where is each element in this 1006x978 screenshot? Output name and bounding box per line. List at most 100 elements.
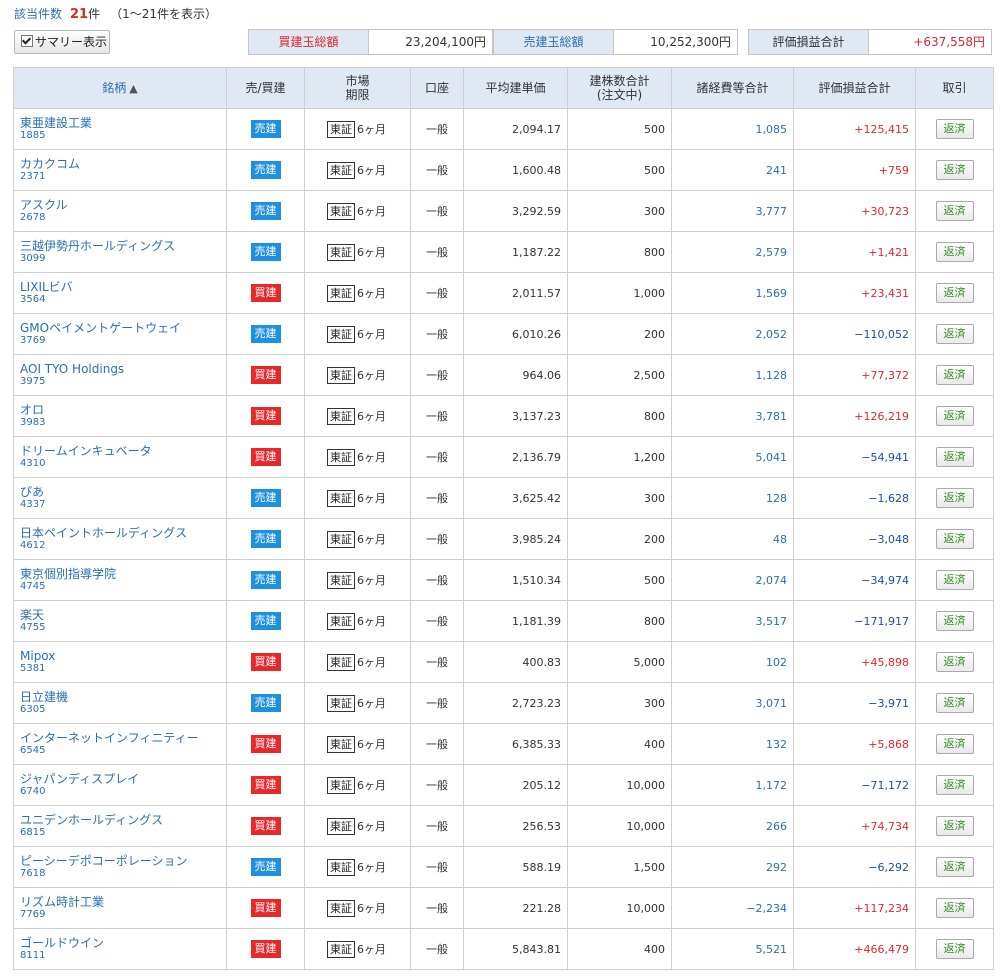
term-label: 6ヶ月 [357,163,386,177]
action-cell: 返済 [915,477,994,519]
stock-name-link[interactable]: ゴールドウイン [20,936,226,950]
fees-link[interactable]: 2,052 [671,313,794,355]
stock-code: 1885 [20,130,46,141]
market-badge: 東証 [327,202,355,220]
summary-toggle-button[interactable]: サマリー表示 [14,30,110,54]
buy-total-label: 買建玉総額 [249,30,369,54]
fees-link[interactable]: 3,777 [671,190,794,232]
close-position-button[interactable]: 返済 [935,529,974,549]
fees-link[interactable]: 132 [671,723,794,765]
avg-price-cell: 6,010.26 [463,313,568,355]
close-position-button[interactable]: 返済 [935,734,974,754]
account-cell: 一般 [410,805,464,847]
close-position-button[interactable]: 返済 [935,365,974,385]
fees-link[interactable]: 2,074 [671,559,794,601]
stock-name-link[interactable]: カカクコム [20,157,226,171]
stock-name-link[interactable]: 楽天 [20,608,226,622]
side-cell: 買建 [226,395,305,437]
stock-name-link[interactable]: 日本ペイントホールディングス [20,526,226,540]
checkbox-checked-icon[interactable] [21,35,33,47]
stock-name-link[interactable]: 東亜建設工業 [20,116,226,130]
close-position-button[interactable]: 返済 [935,611,974,631]
action-cell: 返済 [915,805,994,847]
close-position-button[interactable]: 返済 [935,119,974,139]
market-cell: 東証 6ヶ月 [304,313,411,355]
fees-link[interactable]: −2,234 [671,887,794,929]
stock-code: 3975 [20,376,46,387]
side-badge: 買建 [250,653,281,671]
close-position-button[interactable]: 返済 [935,242,974,262]
fees-link[interactable]: 5,521 [671,928,794,970]
stock-name-link[interactable]: 日立建機 [20,690,226,704]
table-row: リズム時計工業 7769 買建 東証 6ヶ月 一般 221.28 10,000 −2,234 +1… [13,887,994,929]
qty-cell: 800 [567,231,672,273]
close-position-button[interactable]: 返済 [935,939,974,959]
close-position-button[interactable]: 返済 [935,652,974,672]
close-position-button[interactable]: 返済 [935,283,974,303]
close-position-button[interactable]: 返済 [935,160,974,180]
stock-name-link[interactable]: インターネットインフィニティー [20,731,226,745]
pl-cell: −71,172 [793,764,916,806]
fees-link[interactable]: 1,172 [671,764,794,806]
fees-link[interactable]: 128 [671,477,794,519]
fees-link[interactable]: 2,579 [671,231,794,273]
close-position-button[interactable]: 返済 [935,775,974,795]
stock-name-link[interactable]: ピーシーデポコーポレーション [20,854,226,868]
column-header-name[interactable]: 銘柄 ▲ [13,67,227,109]
fees-link[interactable]: 1,128 [671,354,794,396]
stock-cell: AOI TYO Holdings 3975 [13,354,227,396]
close-position-button[interactable]: 返済 [935,693,974,713]
term-label: 6ヶ月 [357,409,386,423]
fees-link[interactable]: 3,517 [671,600,794,642]
close-position-button[interactable]: 返済 [935,816,974,836]
fees-link[interactable]: 1,569 [671,272,794,314]
close-position-button[interactable]: 返済 [935,857,974,877]
stock-name-link[interactable]: AOI TYO Holdings [20,362,226,376]
fees-link[interactable]: 3,071 [671,682,794,724]
stock-cell: 日本ペイントホールディングス 4612 [13,518,227,560]
result-range: （1〜21件を表示） [110,7,218,21]
stock-name-link[interactable]: アスクル [20,198,226,212]
fees-link[interactable]: 241 [671,149,794,191]
positions-table: 銘柄 ▲ 売/買建 市場 期限 口座 平均建単価 建株数合計 (注文中) 諸経費等合計… [13,67,994,970]
stock-name-link[interactable]: GMOペイメントゲートウェイ [20,321,226,335]
stock-name-link[interactable]: 三越伊勢丹ホールディングス [20,239,226,253]
term-label: 6ヶ月 [357,737,386,751]
avg-price-cell: 2,094.17 [463,108,568,150]
stock-cell: ジャパンディスプレイ 6740 [13,764,227,806]
fees-link[interactable]: 5,041 [671,436,794,478]
table-row: オロ 3983 買建 東証 6ヶ月 一般 3,137.23 800 3,781 +126,219 返… [13,395,994,437]
table-row: アスクル 2678 売建 東証 6ヶ月 一般 3,292.59 300 3,777 +30,723… [13,190,994,232]
close-position-button[interactable]: 返済 [935,201,974,221]
close-position-button[interactable]: 返済 [935,488,974,508]
term-label: 6ヶ月 [357,327,386,341]
fees-link[interactable]: 3,781 [671,395,794,437]
fees-link[interactable]: 48 [671,518,794,560]
close-position-button[interactable]: 返済 [935,898,974,918]
stock-name-link[interactable]: ドリームインキュベータ [20,444,226,458]
avg-price-cell: 1,510.34 [463,559,568,601]
stock-name-link[interactable]: 東京個別指導学院 [20,567,226,581]
account-cell: 一般 [410,887,464,929]
fees-link[interactable]: 102 [671,641,794,683]
sell-total-label: 売建玉総額 [494,30,614,54]
fees-link[interactable]: 266 [671,805,794,847]
term-label: 6ヶ月 [357,204,386,218]
stock-name-link[interactable]: ユニデンホールディングス [20,813,226,827]
column-header-action: 取引 [915,67,994,109]
close-position-button[interactable]: 返済 [935,447,974,467]
close-position-button[interactable]: 返済 [935,570,974,590]
fees-link[interactable]: 1,085 [671,108,794,150]
close-position-button[interactable]: 返済 [935,406,974,426]
close-position-button[interactable]: 返済 [935,324,974,344]
stock-name-link[interactable]: ジャパンディスプレイ [20,772,226,786]
fees-link[interactable]: 292 [671,846,794,888]
stock-name-link[interactable]: LIXILビバ [20,280,226,294]
qty-cell: 2,500 [567,354,672,396]
side-cell: 買建 [226,928,305,970]
stock-name-link[interactable]: Mipox [20,649,226,663]
term-label: 6ヶ月 [357,491,386,505]
stock-name-link[interactable]: オロ [20,403,226,417]
stock-name-link[interactable]: リズム時計工業 [20,895,226,909]
stock-name-link[interactable]: ぴあ [20,485,226,499]
